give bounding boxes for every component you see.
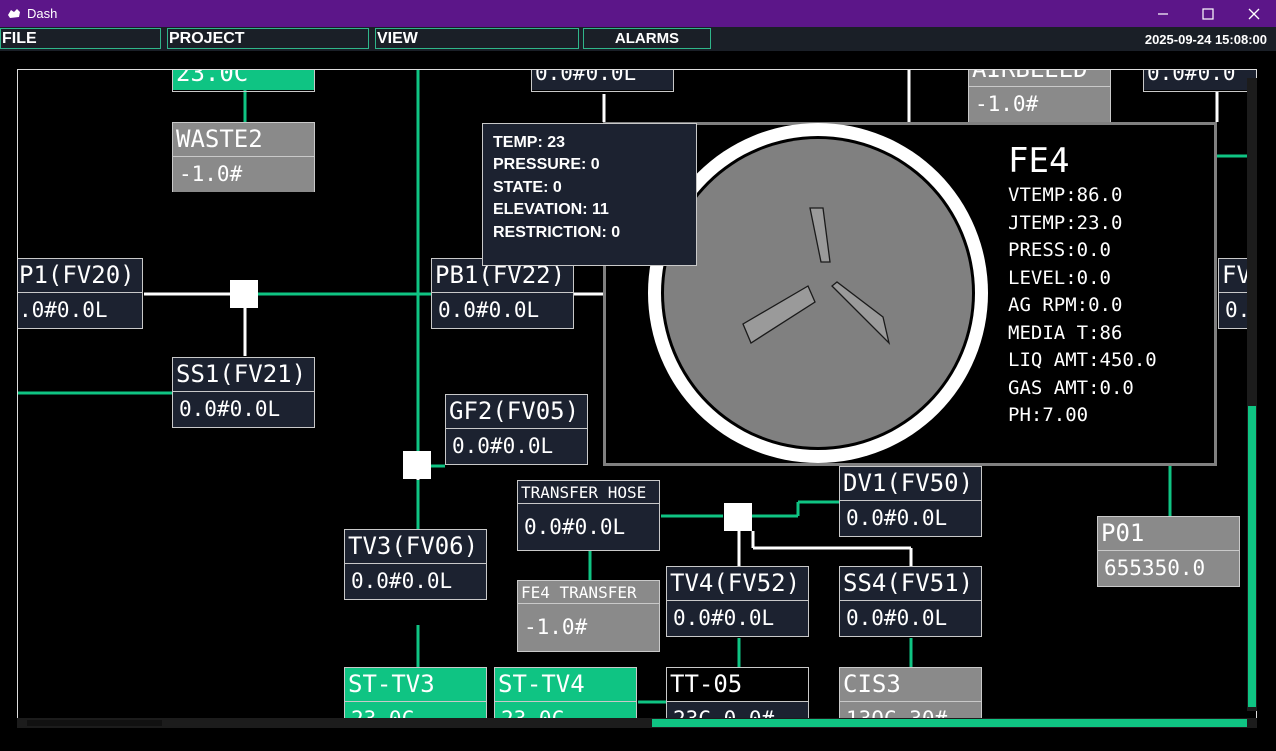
fe4-title: FE4: [1008, 141, 1070, 181]
process-canvas[interactable]: 23.0C WASTE2 -1.0# 0.0#0.0L AIRBLEED -1.…: [17, 69, 1257, 728]
node-p01[interactable]: P01 655350.0: [1097, 516, 1240, 587]
menu-file[interactable]: FILE: [0, 28, 161, 49]
node-value: 0.0#0.0L: [532, 70, 673, 90]
menu-project[interactable]: PROJECT: [167, 28, 369, 49]
node-value: 0.0#0.0L: [432, 292, 573, 328]
node-tv3[interactable]: TV3(FV06) 0.0#0.0L: [344, 529, 487, 600]
clock: 2025-09-24 15:08:00: [1144, 32, 1267, 47]
node-value: 0.0#0.0L: [345, 563, 486, 599]
node-value: 0.0#0.0L: [840, 500, 981, 536]
node-value: 0.0#0.0: [1144, 70, 1256, 90]
node-label: FE4 TRANSFER: [518, 581, 659, 603]
junction-node[interactable]: [724, 503, 752, 531]
window-title: Dash: [27, 6, 58, 21]
node-dv1[interactable]: DV1(FV50) 0.0#0.0L: [839, 466, 982, 537]
node-value: 0.0#0.0L: [173, 391, 314, 427]
node-p1[interactable]: P1(FV20) .0#0.0L: [18, 258, 143, 329]
node-label: DV1(FV50): [840, 467, 981, 500]
fe4-vtemp: VTEMP:86.0: [1008, 184, 1123, 206]
junction-node[interactable]: [403, 451, 431, 479]
tooltip-state: STATE: 0: [493, 178, 562, 196]
tooltip-temp: TEMP: 23: [493, 134, 566, 151]
fe4-jtemp: JTEMP:23.0: [1008, 211, 1123, 234]
fe4-gas-amt: GAS AMT:0.0: [1008, 376, 1134, 399]
node-label: SS4(FV51): [840, 567, 981, 600]
node-label: TV4(FV52): [667, 567, 808, 600]
hover-tooltip: TEMP: 23 PRESSURE: 0 STATE: 0 ELEVATION:…: [482, 123, 697, 266]
menu-bar: FILE PROJECT VIEW ALARMS 2025-09-24 15:0…: [0, 27, 1276, 51]
close-icon: [1248, 8, 1260, 19]
junction-node[interactable]: [230, 280, 258, 308]
node-value: 655350.0: [1098, 550, 1239, 586]
node-value: -1.0#: [969, 86, 1110, 122]
horizontal-scrollbar[interactable]: [17, 718, 1257, 728]
node-fe4-transfer[interactable]: FE4 TRANSFER -1.0#: [517, 580, 660, 652]
fe4-level: LEVEL:0.0: [1008, 266, 1111, 289]
node-label: SS1(FV21): [173, 358, 314, 391]
node-ss4[interactable]: SS4(FV51) 0.0#0.0L: [839, 566, 982, 637]
fe4-press: PRESS:0.0: [1008, 239, 1111, 261]
fe4-liq-amt: LIQ AMT:450.0: [1008, 349, 1157, 371]
node-label: ST-TV3: [345, 668, 486, 701]
node-label: AIRBLEED: [969, 70, 1110, 86]
node-airbleed[interactable]: AIRBLEED -1.0#: [968, 70, 1111, 122]
horizontal-scroll-track: [27, 720, 162, 726]
node-label: ST-TV4: [495, 668, 636, 701]
node-value: -1.0#: [518, 603, 659, 651]
app-icon: [8, 9, 20, 18]
node-pb1[interactable]: PB1(FV22) 0.0#0.0L: [431, 258, 574, 329]
vertical-scrollbar[interactable]: [1247, 78, 1257, 711]
minimize-icon: [1158, 12, 1168, 15]
title-bar: Dash: [0, 0, 1276, 27]
tooltip-elevation: ELEVATION: 11: [493, 201, 609, 219]
close-button[interactable]: [1231, 0, 1276, 27]
node-ss1[interactable]: SS1(FV21) 0.0#0.0L: [172, 357, 315, 428]
node-value: -1.0#: [173, 156, 314, 192]
menu-alarms[interactable]: ALARMS: [583, 28, 711, 49]
node-value: .0#0.0L: [18, 292, 142, 328]
node-label: WASTE2: [173, 123, 314, 156]
maximize-icon: [1202, 7, 1214, 20]
horizontal-scroll-thumb[interactable]: [652, 719, 1247, 727]
node-waste2[interactable]: WASTE2 -1.0#: [172, 122, 315, 192]
node-top-right[interactable]: 0.0#0.0: [1143, 70, 1256, 92]
node-top-green[interactable]: 23.0C: [172, 70, 315, 92]
fe4-ag-rpm: AG RPM:0.0: [1008, 294, 1123, 316]
minimize-button[interactable]: [1140, 0, 1186, 27]
tooltip-restriction: RESTRICTION: 0: [493, 223, 621, 241]
menu-view[interactable]: VIEW: [375, 28, 579, 49]
node-label: TRANSFER HOSE: [518, 481, 659, 503]
node-transfer-hose[interactable]: TRANSFER HOSE 0.0#0.0L: [517, 480, 660, 551]
node-label: P1(FV20): [18, 259, 142, 292]
node-gf2[interactable]: GF2(FV05) 0.0#0.0L: [445, 394, 588, 465]
node-value: 0.0#0.0L: [667, 600, 808, 636]
node-label: CIS3: [840, 668, 981, 701]
node-top-mid[interactable]: 0.0#0.0L: [531, 70, 674, 92]
node-value: 23.0C: [173, 70, 314, 90]
node-label: TV3(FV06): [345, 530, 486, 563]
node-label: P01: [1098, 517, 1239, 550]
maximize-button[interactable]: [1185, 0, 1231, 27]
node-tv4[interactable]: TV4(FV52) 0.0#0.0L: [666, 566, 809, 637]
tooltip-pressure: PRESSURE: 0: [493, 156, 600, 174]
fe4-ph: PH:7.00: [1008, 404, 1089, 426]
vertical-scroll-thumb[interactable]: [1248, 406, 1256, 707]
node-label: GF2(FV05): [446, 395, 587, 428]
fe4-media-t: MEDIA T:86: [1008, 321, 1123, 344]
node-label: TT-05: [667, 668, 808, 701]
node-value: 0.0#0.0L: [840, 600, 981, 636]
node-value: 0.0#0.0L: [518, 503, 659, 550]
node-value: 0.0#0.0L: [446, 428, 587, 464]
